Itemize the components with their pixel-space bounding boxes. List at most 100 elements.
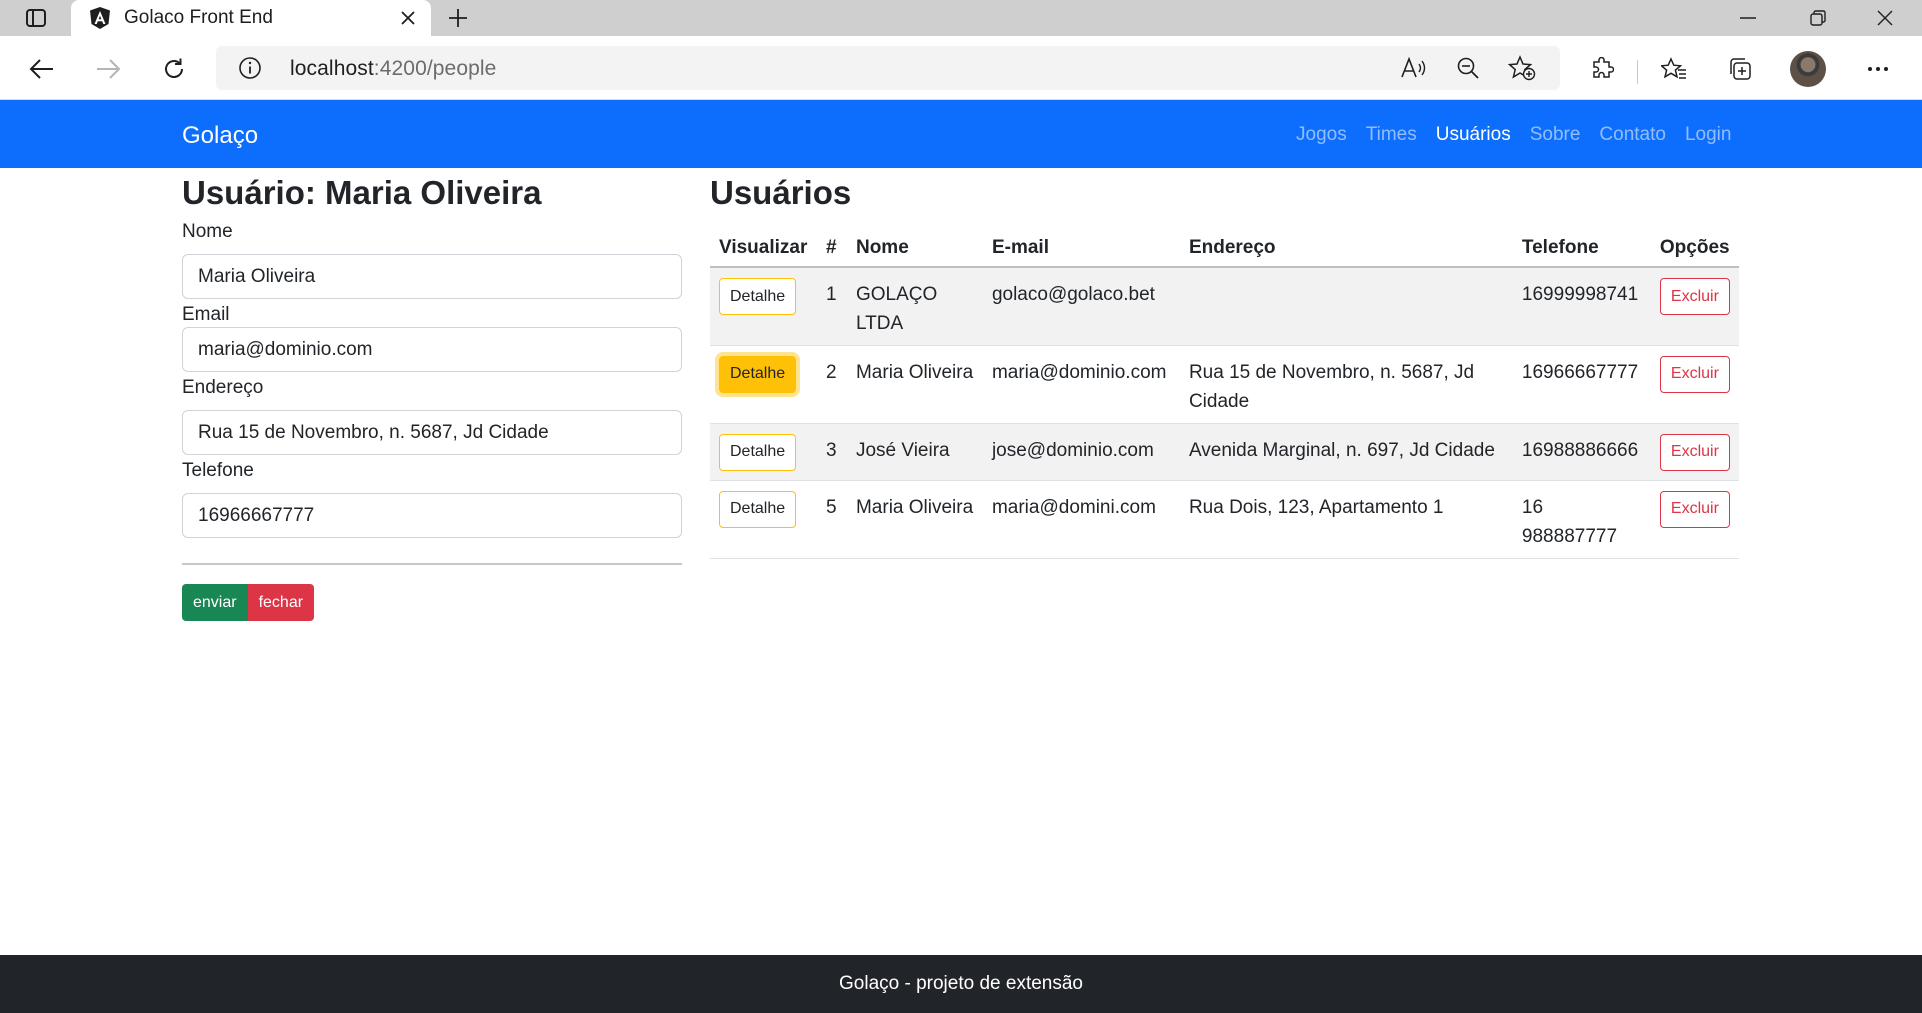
browser-tab-bar: Golaco Front End [0,0,1922,36]
delete-button[interactable]: Excluir [1659,278,1730,315]
delete-button[interactable]: Excluir [1659,433,1730,471]
column-header: E-mail [982,229,1180,268]
row-email: jose@dominio.com [982,423,1180,481]
address-field[interactable] [182,410,682,455]
users-table: Visualizar # Nome E-mail Endereço Telefo… [710,229,1739,559]
nav-link-contato[interactable]: Contato [1599,124,1666,146]
extensions-icon[interactable] [1584,51,1620,87]
close-button[interactable]: fechar [247,584,315,621]
column-header: Telefone [1512,229,1651,268]
url-text: localhost:4200/people [290,57,496,81]
row-phone: 16 988887777 [1512,480,1651,559]
favorites-icon[interactable] [1656,51,1692,87]
table-cell: Detalhe [710,423,817,481]
table-row: Detalhe 2 Maria Oliveira maria@dominio.c… [710,345,1739,424]
form-title: Usuário: Maria Oliveira [182,174,542,211]
nav-link-times[interactable]: Times [1366,124,1417,146]
row-name: GOLAÇO LTDA [846,267,983,346]
row-id: 3 [816,423,847,481]
detail-button[interactable]: Detalhe [719,433,797,471]
table-cell: Detalhe [710,267,817,346]
row-phone: 16999998741 [1512,267,1651,346]
users-section: Usuários Visualizar # Nome E-mail Endere… [710,168,1739,559]
table-header-row: Visualizar # Nome E-mail Endereço Telefo… [710,229,1739,268]
profile-avatar[interactable] [1790,51,1826,87]
refresh-icon[interactable] [156,51,192,87]
footer-text: Golaço - projeto de extensão [839,973,1083,994]
forward-arrow-icon[interactable] [90,51,126,87]
row-id: 1 [816,267,847,346]
detail-button[interactable]: Detalhe [719,355,797,393]
row-email: maria@dominio.com [982,345,1180,424]
form-divider [182,563,682,565]
row-name: Maria Oliveira [846,345,983,424]
detail-button[interactable]: Detalhe [719,490,797,528]
navbar-brand[interactable]: Golaço [182,122,258,150]
app-navbar: Golaço Jogos Times Usuários Sobre Contat… [0,100,1922,168]
row-id: 2 [816,345,847,424]
row-address: Avenida Marginal, n. 697, Jd Cidade [1179,423,1513,481]
table-cell: Excluir [1650,423,1739,481]
table-cell: Excluir [1650,480,1739,559]
angular-logo-icon [88,6,112,30]
detail-button[interactable]: Detalhe [719,278,797,315]
row-name: José Vieira [846,423,983,481]
browser-toolbar: localhost:4200/people [0,36,1922,100]
toolbar-divider [1637,60,1638,84]
new-tab-icon[interactable] [440,3,476,33]
row-phone: 16966667777 [1512,345,1651,424]
back-arrow-icon[interactable] [24,51,60,87]
browser-tab-active[interactable]: Golaco Front End [71,0,431,36]
column-header: Endereço [1179,229,1513,268]
row-name: Maria Oliveira [846,480,983,559]
url-path: :4200/people [373,57,497,80]
user-form: Usuário: Maria Oliveira Nome Email Ender… [182,168,682,621]
nav-link-usuarios[interactable]: Usuários [1436,124,1511,146]
column-header: Opções [1650,229,1739,268]
site-info-icon[interactable] [238,56,262,80]
nav-link-sobre[interactable]: Sobre [1530,124,1581,146]
nav-link-jogos[interactable]: Jogos [1296,124,1347,146]
phone-label: Telefone [182,460,254,481]
url-host: localhost [290,57,374,80]
restore-window-icon[interactable] [1790,0,1846,36]
row-email: maria@domini.com [982,480,1180,559]
close-window-icon[interactable] [1857,0,1913,36]
close-tab-icon[interactable] [393,3,423,33]
tab-title: Golaco Front End [124,7,273,28]
add-favorite-icon[interactable] [1508,54,1536,82]
email-label: Email [182,304,230,325]
table-cell: Excluir [1650,345,1739,424]
zoom-out-icon[interactable] [1454,54,1482,82]
nav-link-login[interactable]: Login [1685,124,1732,146]
users-title: Usuários [710,174,852,211]
phone-field[interactable] [182,493,682,538]
delete-button[interactable]: Excluir [1659,490,1730,528]
row-address: Rua Dois, 123, Apartamento 1 [1179,480,1513,559]
read-aloud-icon[interactable] [1400,54,1428,82]
column-header: Visualizar [710,229,817,268]
send-button[interactable]: enviar [182,584,248,621]
column-header: Nome [846,229,983,268]
tab-actions-icon[interactable] [18,5,54,31]
address-label: Endereço [182,377,264,398]
table-cell: Detalhe [710,480,817,559]
email-field[interactable] [182,327,682,372]
table-cell: Excluir [1650,267,1739,346]
row-email: golaco@golaco.bet [982,267,1180,346]
table-cell: Detalhe [710,345,817,424]
more-options-icon[interactable] [1860,51,1896,87]
row-address: Rua 15 de Novembro, n. 5687, Jd Cidade [1179,345,1513,424]
table-row: Detalhe 3 José Vieira jose@dominio.com A… [710,423,1739,481]
collections-icon[interactable] [1722,51,1758,87]
table-row: Detalhe 5 Maria Oliveira maria@domini.co… [710,480,1739,559]
minimize-window-icon[interactable] [1720,0,1776,36]
navbar-links: Jogos Times Usuários Sobre Contato Login [1296,124,1750,146]
name-label: Nome [182,221,233,242]
row-address [1179,267,1513,346]
address-bar[interactable]: localhost:4200/people [216,46,1560,90]
name-field[interactable] [182,254,682,299]
row-id: 5 [816,480,847,559]
delete-button[interactable]: Excluir [1659,355,1730,393]
form-actions: enviar fechar [182,584,315,621]
